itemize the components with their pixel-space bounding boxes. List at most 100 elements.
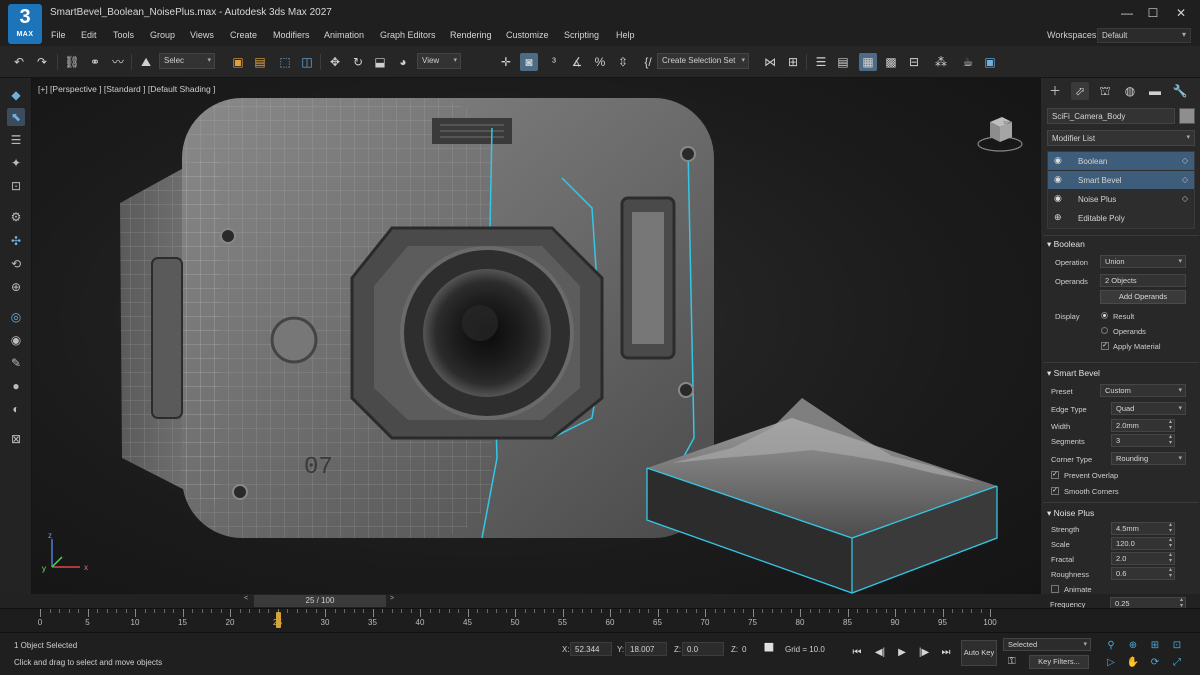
create-tab-icon[interactable]: ＋ (1046, 82, 1064, 100)
link-icon[interactable]: ⛓ (63, 53, 81, 71)
target-icon[interactable]: ⊕ (7, 278, 25, 296)
menu-animation[interactable]: Animation (324, 30, 364, 40)
smart-bevel-rollout-header[interactable]: ▾ Smart Bevel (1047, 368, 1195, 382)
next-frame-arrow-icon[interactable]: > (390, 595, 394, 602)
spinner-arrows-icon[interactable]: ▴ ▾ (1169, 419, 1172, 431)
stack-item-smart-bevel[interactable]: ◉ Smart Bevel ◇ (1048, 171, 1194, 189)
menu-tools[interactable]: Tools (113, 30, 134, 40)
modify-tab-icon[interactable]: ⬀ (1071, 82, 1089, 100)
object-color-swatch[interactable] (1179, 108, 1195, 124)
previous-frame-icon[interactable]: ◀| (871, 645, 889, 661)
selection-filter-icon[interactable]: ⛰ (137, 53, 155, 71)
pin-icon[interactable]: ✦ (7, 154, 25, 172)
window-crossing-icon[interactable]: ◫ (298, 53, 316, 71)
list-icon[interactable]: ☰ (7, 131, 25, 149)
layer-explorer-icon[interactable]: ▤ (834, 53, 852, 71)
playhead[interactable] (275, 612, 281, 628)
add-operands-button[interactable]: Add Operands (1100, 290, 1186, 304)
time-slider-thumb[interactable]: 25 / 100 (254, 595, 386, 607)
select-icon[interactable]: ◆ (7, 86, 25, 104)
workspaces-dropdown[interactable]: Default ▾ (1097, 28, 1191, 43)
pivot-center-icon[interactable]: ✛ (497, 53, 515, 71)
stack-item-boolean[interactable]: ◉ Boolean ◇ (1048, 152, 1194, 170)
spinner-snap-icon[interactable]: ⇳ (614, 53, 632, 71)
paint-brush-icon[interactable]: ✎ (7, 354, 25, 372)
key-icon[interactable]: ⚿ (1008, 656, 1016, 667)
go-to-start-icon[interactable]: ⏮ (848, 645, 866, 661)
select-and-manipulate-icon[interactable]: ◙ (520, 53, 538, 71)
strength-spinner[interactable]: 4.5mm ▴ ▾ (1111, 522, 1175, 535)
toggle-ribbon-icon[interactable]: ▦ (859, 53, 877, 71)
bind-space-warp-icon[interactable]: 〰 (109, 53, 127, 71)
maximize-viewport-icon[interactable]: ⤢ (1170, 656, 1184, 670)
preset-dropdown[interactable]: Custom ▾ (1100, 384, 1186, 397)
rectangular-selection-icon[interactable]: ⬚ (276, 53, 294, 71)
selection-filter-dropdown[interactable]: Selec ▾ (159, 53, 215, 69)
eye-icon[interactable]: ◉ (1054, 174, 1062, 185)
named-selection-dropdown[interactable]: Create Selection Set ▾ (657, 53, 749, 69)
unlink-icon[interactable]: ⚭ (86, 53, 104, 71)
circle-select-icon[interactable]: ◎ (7, 308, 25, 326)
mirror-icon[interactable]: ⋈ (761, 53, 779, 71)
y-coord-field[interactable]: 18.007 (625, 642, 667, 656)
snaps-toggle-icon[interactable]: ³ (545, 53, 563, 71)
scale-icon[interactable]: ⬓ (371, 53, 389, 71)
zoom-extents-all-icon[interactable]: ⊡ (1170, 639, 1184, 653)
key-filters-button[interactable]: Key Filters... (1029, 655, 1089, 669)
result-radio[interactable] (1101, 312, 1108, 319)
percent-snap-icon[interactable]: % (591, 53, 609, 71)
auto-key-button[interactable]: Auto Key (961, 640, 997, 666)
spinner-arrows-icon[interactable]: ▴ ▾ (1169, 552, 1172, 564)
roughness-spinner[interactable]: 0.6 ▴ ▾ (1111, 567, 1175, 580)
zoom-all-icon[interactable]: ⊕ (1126, 639, 1140, 653)
display-tab-icon[interactable]: ▬ (1146, 82, 1164, 100)
undo-icon[interactable]: ↶ (10, 53, 28, 71)
viewcube[interactable]: TOP (976, 108, 1024, 156)
render-frame-icon[interactable]: ▣ (981, 53, 999, 71)
move-icon[interactable]: ✥ (326, 53, 344, 71)
timeline-ruler[interactable]: 0510152025303540455055606570758085909510… (0, 608, 1200, 632)
zoom-icon[interactable]: ⚲ (1104, 639, 1118, 653)
sphere-icon[interactable]: ● (7, 377, 25, 395)
lock-icon[interactable]: ⬜ (764, 643, 774, 652)
align-icon[interactable]: ⊞ (784, 53, 802, 71)
move-gizmo-icon[interactable]: ✣ (7, 232, 25, 250)
viewport-layout-icon[interactable]: ⊡ (7, 177, 25, 195)
next-frame-icon[interactable]: |▶ (915, 645, 933, 661)
minimize-button[interactable]: — (1115, 3, 1139, 23)
placement-icon[interactable]: ◕ (394, 53, 412, 71)
spinner-arrows-icon[interactable]: ▴ ▾ (1169, 522, 1172, 534)
rotate-icon[interactable]: ↻ (349, 53, 367, 71)
menu-group[interactable]: Group (150, 30, 175, 40)
rotate-gizmo-icon[interactable]: ⟲ (7, 255, 25, 273)
spinner-arrows-icon[interactable]: ▴ ▾ (1169, 434, 1172, 446)
reference-coordinate-dropdown[interactable]: View ▾ (417, 53, 461, 69)
spinner-arrows-icon[interactable]: ▴ ▾ (1169, 567, 1172, 579)
perspective-viewport[interactable]: [+] [Perspective ] [Standard ] [Default … (32, 78, 1040, 606)
object-name-field[interactable]: SciFi_Camera_Body (1047, 108, 1175, 124)
time-slider[interactable]: < 25 / 100 > (0, 594, 1200, 608)
select-object-icon[interactable]: ▣ (229, 53, 247, 71)
motion-tab-icon[interactable]: ◍ (1121, 82, 1139, 100)
cursor-icon[interactable]: ⬉ (7, 108, 25, 126)
width-spinner[interactable]: 2.0mm ▴ ▾ (1111, 419, 1175, 432)
material-editor-icon[interactable]: ⁂ (932, 53, 950, 71)
x-coord-field[interactable]: 52.344 (570, 642, 612, 656)
maximize-button[interactable]: ☐ (1141, 3, 1165, 23)
close-button[interactable]: ✕ (1169, 3, 1193, 23)
curve-editor-icon[interactable]: ▩ (882, 53, 900, 71)
modifier-list-dropdown[interactable]: Modifier List ▾ (1047, 130, 1195, 146)
operands-field[interactable]: 2 Objects (1100, 274, 1186, 287)
menu-create[interactable]: Create (230, 30, 257, 40)
orbit-icon[interactable]: ⟳ (1148, 656, 1162, 670)
stack-item-editable-poly[interactable]: ⊕ Editable Poly (1048, 209, 1194, 227)
edit-named-selection-icon[interactable]: {/ (639, 53, 657, 71)
menu-help[interactable]: Help (616, 30, 635, 40)
noise-plus-rollout-header[interactable]: ▾ Noise Plus (1047, 508, 1195, 522)
operation-dropdown[interactable]: Union ▾ (1100, 255, 1186, 268)
pan-icon[interactable]: ✋ (1126, 656, 1140, 670)
previous-frame-arrow-icon[interactable]: < (244, 595, 248, 602)
apply-material-checkbox[interactable]: ✓ (1101, 342, 1109, 350)
eye-icon[interactable]: ◉ (1054, 193, 1062, 204)
z-coord-field[interactable]: 0.0 (682, 642, 724, 656)
